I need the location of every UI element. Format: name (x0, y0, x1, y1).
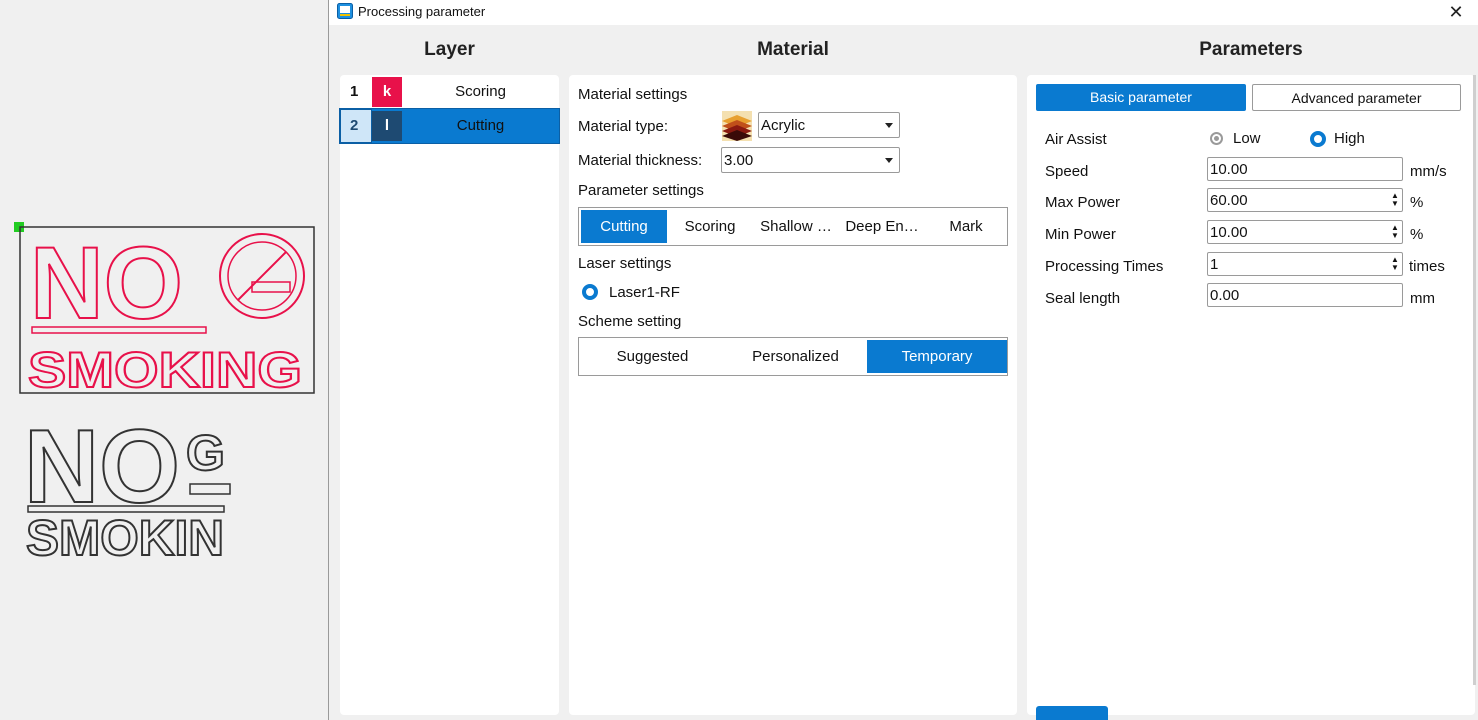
max-power-input[interactable]: 60.00 ▲ ▼ (1207, 188, 1403, 212)
parameters-scrollbar[interactable] (1473, 75, 1476, 685)
scheme-setting-tabs: Suggested Personalized Temporary (578, 337, 1008, 376)
min-power-value: 10.00 (1210, 224, 1248, 241)
air-assist-low-radio[interactable] (1210, 132, 1223, 145)
parameter-settings-tabs: Cutting Scoring Shallow … Deep En… Mark (578, 207, 1008, 246)
sign2-no-text: NO (24, 409, 180, 525)
scheme-setting-heading: Scheme setting (578, 313, 682, 330)
layer-panel: 1 k Scoring 2 l Cutting (339, 75, 560, 715)
air-assist-high-label: High (1334, 130, 1365, 147)
speed-unit: mm/s (1410, 163, 1447, 180)
parameters-heading: Parameters (1199, 39, 1303, 60)
chevron-down-icon (885, 158, 893, 163)
layer-row-cutting[interactable]: 2 l Cutting (339, 108, 560, 144)
no-smoking-slash (237, 251, 287, 301)
min-power-label: Min Power (1045, 226, 1116, 243)
acrylic-material-icon (722, 111, 752, 141)
air-assist-high-radio[interactable] (1310, 131, 1326, 147)
spinner-arrows-icon[interactable]: ▲ ▼ (1391, 224, 1399, 240)
max-power-value: 60.00 (1210, 192, 1248, 209)
seal-length-input[interactable]: 0.00 (1207, 283, 1403, 307)
layer-heading: Layer (424, 39, 475, 60)
tab-suggested[interactable]: Suggested (581, 340, 724, 373)
seal-length-unit: mm (1410, 290, 1435, 307)
min-power-input[interactable]: 10.00 ▲ ▼ (1207, 220, 1403, 244)
seal-length-value: 0.00 (1210, 287, 1240, 304)
material-thickness-select[interactable]: 3.00 (721, 147, 900, 173)
air-assist-low-label: Low (1233, 130, 1261, 147)
sign1-no-text: NO (30, 226, 183, 340)
seal-length-label: Seal length (1045, 290, 1121, 307)
layer-number: 2 (350, 117, 359, 134)
material-type-value: Acrylic (761, 117, 806, 134)
layer-name: Cutting (456, 117, 505, 134)
tab-cutting[interactable]: Cutting (581, 210, 667, 243)
air-assist-label: Air Assist (1045, 131, 1107, 148)
chevron-down-icon (885, 123, 893, 128)
material-thickness-value: 3.00 (724, 152, 754, 169)
layer-color-swatch: l (372, 111, 402, 141)
dialog-titlebar[interactable]: Processing parameter ✕ (329, 0, 1478, 25)
tab-basic-parameter[interactable]: Basic parameter (1036, 84, 1246, 111)
tab-shallow-engraving[interactable]: Shallow … (753, 210, 839, 243)
laser-settings-heading: Laser settings (578, 255, 672, 272)
sign2-g-text: G (186, 425, 225, 481)
processing-times-label: Processing Times (1045, 258, 1164, 275)
close-icon[interactable]: ✕ (1433, 0, 1478, 25)
tab-temporary[interactable]: Temporary (867, 340, 1007, 373)
sign2-smokin-text: SMOKIN (26, 510, 224, 566)
material-type-select[interactable]: Acrylic (758, 112, 900, 138)
laser1-label: Laser1-RF (609, 284, 680, 301)
app-icon (337, 3, 353, 19)
dialog-title: Processing parameter (358, 4, 486, 19)
design-canvas[interactable]: NO SMOKING NO G SMOKIN (0, 0, 328, 720)
laser1-radio[interactable] (582, 284, 598, 300)
tab-advanced-parameter[interactable]: Advanced parameter (1252, 84, 1461, 111)
canvas-drawing: NO SMOKING NO G SMOKIN (14, 222, 315, 567)
material-type-label: Material type: (578, 118, 669, 135)
speed-value: 10.00 (1210, 161, 1248, 178)
max-power-label: Max Power (1045, 194, 1121, 211)
material-thickness-label: Material thickness: (578, 152, 703, 169)
min-power-unit: % (1410, 226, 1424, 243)
spinner-arrows-icon[interactable]: ▲ ▼ (1391, 192, 1399, 208)
processing-times-value: 1 (1210, 256, 1219, 273)
spinner-arrows-icon[interactable]: ▲ ▼ (1391, 256, 1399, 272)
processing-times-unit: times (1409, 258, 1445, 275)
bottom-action-button[interactable] (1036, 706, 1108, 720)
material-heading: Material (757, 39, 829, 60)
sign1-smoking-text: SMOKING (28, 342, 302, 398)
cigarette-shape (251, 281, 291, 293)
speed-label: Speed (1045, 163, 1089, 180)
tab-deep-engraving[interactable]: Deep En… (839, 210, 925, 243)
layer-row-scoring[interactable]: 1 k Scoring (340, 75, 559, 109)
layer-color-swatch: k (372, 77, 402, 107)
sign2-cigarette-shape (189, 483, 231, 495)
layer-number: 1 (350, 83, 359, 100)
material-settings-heading: Material settings (578, 86, 688, 103)
tab-personalized[interactable]: Personalized (724, 340, 867, 373)
tab-mark[interactable]: Mark (925, 210, 1007, 243)
processing-times-input[interactable]: 1 ▲ ▼ (1207, 252, 1403, 276)
max-power-unit: % (1410, 194, 1424, 211)
parameter-settings-heading: Parameter settings (578, 182, 704, 199)
tab-scoring[interactable]: Scoring (667, 210, 753, 243)
layer-name: Scoring (455, 83, 506, 100)
speed-input[interactable]: 10.00 (1207, 157, 1403, 181)
